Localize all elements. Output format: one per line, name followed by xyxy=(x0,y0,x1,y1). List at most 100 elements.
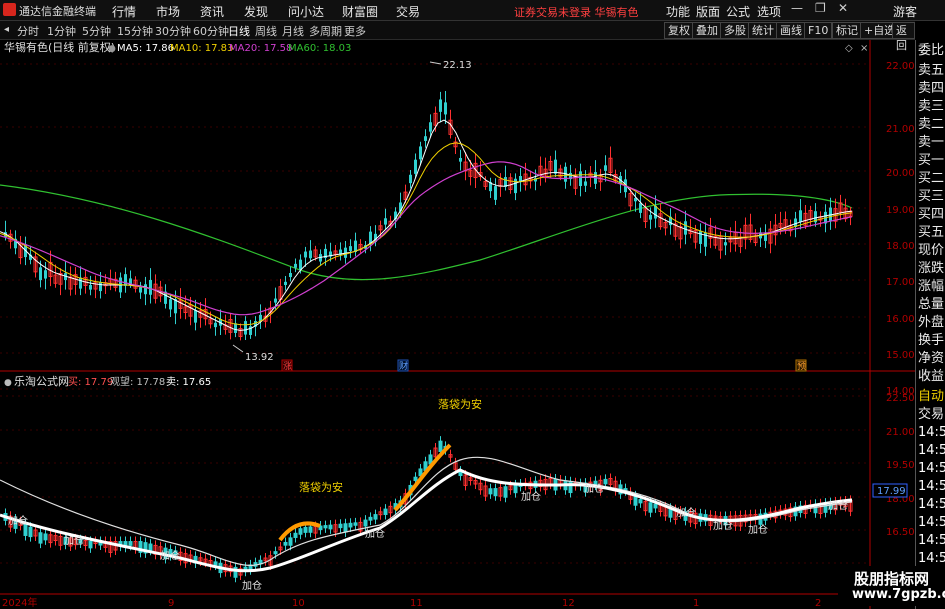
tick-time: 14:56 xyxy=(918,551,945,566)
tick-time: 14:56 xyxy=(918,443,945,458)
trade-link[interactable]: 交易 xyxy=(918,407,945,423)
candle-down xyxy=(514,178,517,194)
tick-time: 14:56 xyxy=(918,425,945,440)
kline-chart[interactable]: 华锡有色(日线 前复权) ● MA5: 17.86 MA10: 17.83 MA… xyxy=(0,40,915,609)
close-icon[interactable]: ✕ xyxy=(838,1,848,15)
sub-candle xyxy=(298,528,303,535)
menu-market[interactable]: 市场 xyxy=(156,3,180,20)
candle-down xyxy=(459,157,462,162)
watermark-title: 股朋指标网 xyxy=(854,570,930,588)
period-tab[interactable]: 15分钟 xyxy=(117,23,153,39)
sub-candle xyxy=(348,522,353,528)
sub-candle xyxy=(638,499,643,504)
options-button[interactable]: 选项 xyxy=(757,3,781,20)
back-arrow-icon[interactable]: ◂ xyxy=(4,24,9,35)
sub-candle xyxy=(128,541,133,546)
settings-icon[interactable]: ● xyxy=(4,378,12,388)
candle-down xyxy=(369,231,372,244)
event-marker[interactable]: 财 xyxy=(399,360,408,372)
restore-icon[interactable]: ❐ xyxy=(815,1,826,15)
side-label: 卖三 xyxy=(918,99,945,114)
candle-down xyxy=(414,159,417,174)
candle-down xyxy=(234,323,237,333)
candle-down xyxy=(304,251,307,258)
site-watermark: 股朋指标网 www.7gpzb.com xyxy=(838,566,945,606)
side-label: 换手 xyxy=(918,333,945,348)
menu-wealth[interactable]: 财富圈 xyxy=(342,3,378,20)
period-tab[interactable]: 多周期 xyxy=(309,23,342,39)
tick-time: 14:56 xyxy=(918,461,945,476)
y-tick: 22.50 xyxy=(886,393,915,404)
period-tab[interactable]: 月线 xyxy=(282,23,304,39)
diamond-icon[interactable]: ◇ xyxy=(845,43,853,54)
period-tab[interactable]: 周线 xyxy=(255,23,277,39)
candle-down xyxy=(274,298,277,303)
period-tab[interactable]: 30分钟 xyxy=(155,23,191,39)
auto-trade-link[interactable]: 自动 xyxy=(918,389,945,405)
close-panel-icon[interactable]: × xyxy=(860,43,868,54)
stats-button[interactable]: 统计 xyxy=(748,22,778,39)
menu-quotes[interactable]: 行情 xyxy=(112,3,136,20)
y-tick: 16.00 xyxy=(886,314,915,325)
sub-candle xyxy=(653,503,658,509)
candle-down xyxy=(684,221,687,235)
menu-news[interactable]: 资讯 xyxy=(200,3,224,20)
period-tab[interactable]: 1分钟 xyxy=(47,23,76,39)
sub-chart-title: 乐淘公式网 xyxy=(14,375,69,388)
function-button[interactable]: 功能 xyxy=(666,3,690,20)
return-button[interactable]: 返回 xyxy=(892,22,915,52)
settings-icon[interactable]: ● xyxy=(108,44,116,54)
layout-button[interactable]: 版面 xyxy=(696,3,720,20)
period-tab[interactable]: 更多 xyxy=(344,23,366,39)
period-tab-active[interactable]: 日线 xyxy=(228,23,250,39)
y-tick: 19.50 xyxy=(886,460,915,471)
app-title: 通达信金融终端 xyxy=(19,5,96,18)
guest-button[interactable]: 游客 xyxy=(893,3,917,20)
draw-line-button[interactable]: 画线 xyxy=(776,22,806,39)
ma10-label: MA10: 17.83 xyxy=(170,43,233,54)
ma10-line xyxy=(0,142,853,326)
signal-label: 落袋为安 xyxy=(299,480,343,494)
sub-candle xyxy=(328,524,333,530)
x-tick: 9 xyxy=(168,598,174,609)
mark-button[interactable]: 标记 xyxy=(832,22,862,39)
signal-label: 加仓 xyxy=(828,499,848,512)
candle-down xyxy=(299,259,302,270)
sub-candle xyxy=(488,488,493,495)
ma20-label: MA20: 17.58 xyxy=(229,43,292,54)
menu-ask[interactable]: 问小达 xyxy=(288,3,324,20)
formula-button[interactable]: 公式 xyxy=(726,3,750,20)
sub-candle xyxy=(633,495,638,506)
tick-time: 14:56 xyxy=(918,533,945,548)
x-tick: 1 xyxy=(693,598,699,609)
watch-label: 观望: 17.78 xyxy=(110,375,165,388)
multi-stock-button[interactable]: 多股 xyxy=(720,22,750,39)
period-tab[interactable]: 分时 xyxy=(17,23,39,39)
menu-trade[interactable]: 交易 xyxy=(396,3,420,20)
minimize-icon[interactable]: — xyxy=(791,1,803,15)
candle-down xyxy=(604,165,607,171)
side-label: 净资 xyxy=(918,351,945,366)
sub-candle xyxy=(308,526,313,533)
candle-down xyxy=(724,242,727,246)
candle-down xyxy=(139,287,142,293)
candle-down xyxy=(494,186,497,200)
candle-down xyxy=(284,281,287,286)
period-tab[interactable]: 5分钟 xyxy=(82,23,111,39)
event-marker[interactable]: 涨 xyxy=(283,361,292,372)
signal-label: 加仓 xyxy=(8,514,28,527)
sub-candle xyxy=(493,488,498,497)
side-label: 卖一 xyxy=(918,135,945,150)
ma60-label: MA60: 18.03 xyxy=(288,43,351,54)
period-tab[interactable]: 60分钟 xyxy=(193,23,229,39)
overlay-button[interactable]: 叠加 xyxy=(692,22,722,39)
event-marker[interactable]: 预 xyxy=(797,361,806,372)
candle-down xyxy=(309,250,312,259)
f10-button[interactable]: F10 xyxy=(804,22,833,39)
sub-candle xyxy=(323,525,328,529)
candle-down xyxy=(144,284,147,295)
menu-discover[interactable]: 发现 xyxy=(244,3,268,20)
adjust-button[interactable]: 复权 xyxy=(664,22,694,39)
ma5-line xyxy=(0,119,853,331)
side-label: 买三 xyxy=(918,189,945,204)
